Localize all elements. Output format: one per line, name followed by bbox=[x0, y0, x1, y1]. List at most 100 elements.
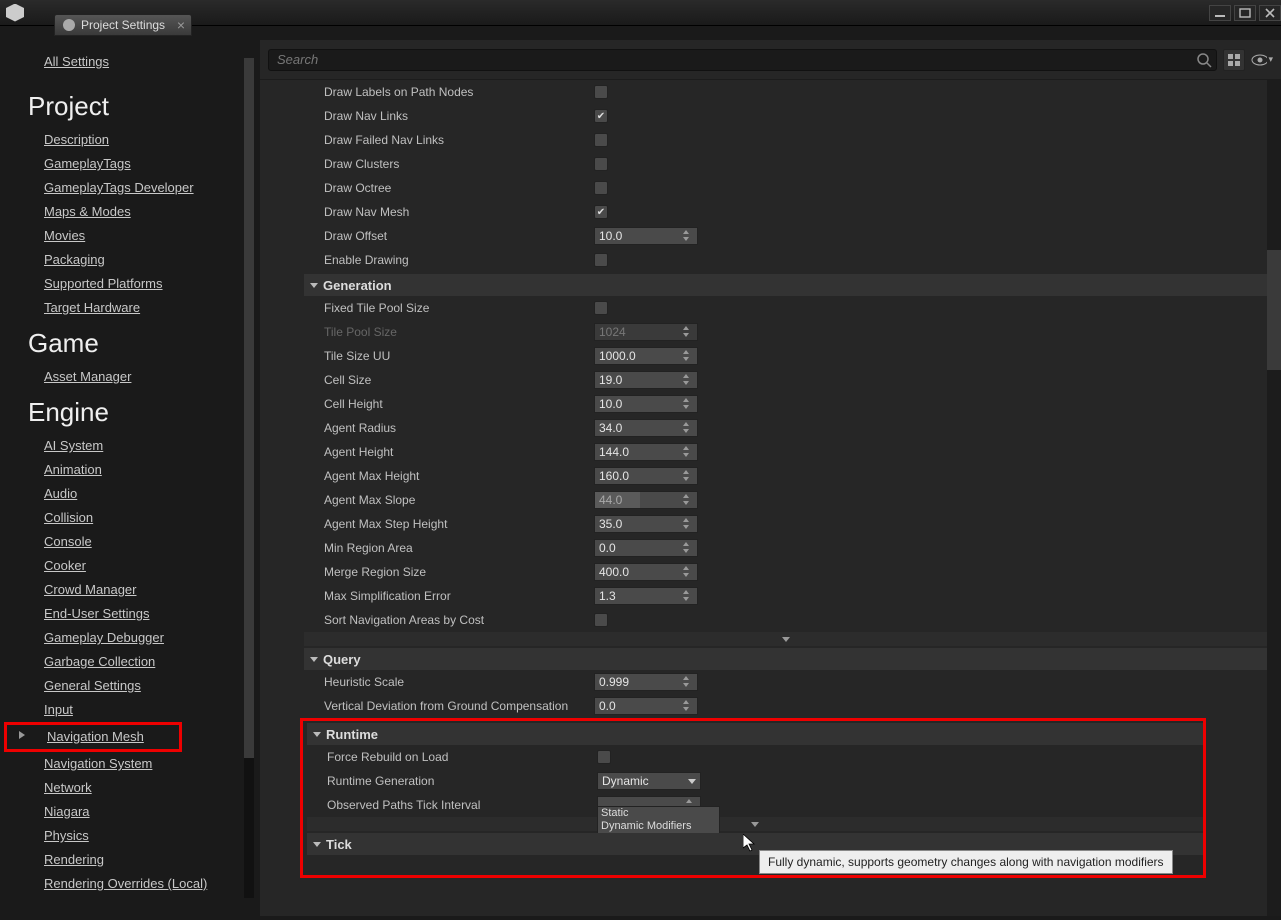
sidebar-item-gameplaytags[interactable]: GameplayTags bbox=[30, 152, 250, 176]
sidebar-scrollbar[interactable] bbox=[244, 58, 254, 898]
sidebar-item-packaging[interactable]: Packaging bbox=[30, 248, 250, 272]
close-button[interactable] bbox=[1259, 5, 1281, 21]
disclosure-icon bbox=[19, 731, 25, 739]
sidebar-item-movies[interactable]: Movies bbox=[30, 224, 250, 248]
search-input[interactable]: Search bbox=[268, 49, 1217, 71]
number-input[interactable]: 10.0 bbox=[594, 395, 698, 413]
sidebar-item-collision[interactable]: Collision bbox=[30, 506, 250, 530]
spinner-icon[interactable] bbox=[681, 397, 695, 411]
property-label: Draw Clusters bbox=[304, 157, 594, 171]
dropdown-option[interactable]: Dynamic Modifiers Only bbox=[598, 820, 719, 833]
expand-advanced-runtime[interactable] bbox=[307, 817, 1203, 831]
property-label: Observed Paths Tick Interval bbox=[307, 798, 597, 812]
property-label: Force Rebuild on Load bbox=[307, 750, 597, 764]
spinner-icon[interactable] bbox=[681, 469, 695, 483]
checkbox[interactable] bbox=[594, 85, 608, 99]
tab-project-settings[interactable]: Project Settings × bbox=[54, 14, 192, 36]
content-scrollbar[interactable] bbox=[1267, 80, 1281, 916]
expand-advanced-generation[interactable] bbox=[304, 632, 1267, 646]
sidebar-item-rendering-overrides-local-[interactable]: Rendering Overrides (Local) bbox=[30, 872, 250, 896]
sidebar-item-asset-manager[interactable]: Asset Manager bbox=[30, 365, 250, 389]
property-row: Draw Labels on Path Nodes bbox=[304, 80, 1267, 104]
number-input[interactable]: 144.0 bbox=[594, 443, 698, 461]
sidebar-item-navigation-system[interactable]: Navigation System bbox=[30, 752, 250, 776]
spinner-icon[interactable] bbox=[681, 373, 695, 387]
property-row: Cell Size19.0 bbox=[304, 368, 1267, 392]
number-input[interactable]: 1.3 bbox=[594, 587, 698, 605]
spinner-icon[interactable] bbox=[681, 517, 695, 531]
sidebar-item-supported-platforms[interactable]: Supported Platforms bbox=[30, 272, 250, 296]
view-grid-button[interactable] bbox=[1223, 49, 1245, 71]
dropdown[interactable]: Dynamic bbox=[597, 772, 701, 790]
number-input[interactable]: 0.0 bbox=[594, 697, 698, 715]
maximize-button[interactable] bbox=[1234, 5, 1256, 21]
spinner-icon[interactable] bbox=[681, 541, 695, 555]
visibility-button[interactable]: ▾ bbox=[1251, 49, 1273, 71]
number-input[interactable]: 10.0 bbox=[594, 227, 698, 245]
property-row: Enable Drawing bbox=[304, 248, 1267, 272]
sidebar-item-rendering[interactable]: Rendering bbox=[30, 848, 250, 872]
number-input[interactable]: 400.0 bbox=[594, 563, 698, 581]
checkbox[interactable] bbox=[594, 133, 608, 147]
checkbox[interactable] bbox=[594, 253, 608, 267]
number-input[interactable]: 0.999 bbox=[594, 673, 698, 691]
spinner-icon[interactable] bbox=[681, 565, 695, 579]
sidebar-item-ai-system[interactable]: AI System bbox=[30, 434, 250, 458]
sidebar-item-crowd-manager[interactable]: Crowd Manager bbox=[30, 578, 250, 602]
sidebar-item-end-user-settings[interactable]: End-User Settings bbox=[30, 602, 250, 626]
property-label: Draw Octree bbox=[304, 181, 594, 195]
minimize-button[interactable] bbox=[1209, 5, 1231, 21]
sidebar-item-garbage-collection[interactable]: Garbage Collection bbox=[30, 650, 250, 674]
checkbox[interactable] bbox=[594, 157, 608, 171]
property-label: Agent Max Slope bbox=[304, 493, 594, 507]
number-input[interactable]: 0.0 bbox=[594, 539, 698, 557]
property-row: Draw Clusters bbox=[304, 152, 1267, 176]
spinner-icon[interactable] bbox=[681, 349, 695, 363]
number-input[interactable]: 19.0 bbox=[594, 371, 698, 389]
spinner-icon[interactable] bbox=[681, 325, 695, 339]
sidebar-item-input[interactable]: Input bbox=[30, 698, 250, 722]
sidebar-item-description[interactable]: Description bbox=[30, 128, 250, 152]
sidebar-item-target-hardware[interactable]: Target Hardware bbox=[30, 296, 250, 320]
section-query[interactable]: Query bbox=[304, 648, 1267, 670]
spinner-icon[interactable] bbox=[681, 699, 695, 713]
sidebar-item-gameplay-debugger[interactable]: Gameplay Debugger bbox=[30, 626, 250, 650]
checkbox[interactable] bbox=[594, 205, 608, 219]
dropdown-option[interactable]: Static bbox=[598, 807, 719, 820]
number-input[interactable]: 1000.0 bbox=[594, 347, 698, 365]
tab-close-icon[interactable]: × bbox=[177, 17, 185, 33]
checkbox[interactable] bbox=[597, 750, 611, 764]
section-generation[interactable]: Generation bbox=[304, 274, 1267, 296]
sidebar-item-niagara[interactable]: Niagara bbox=[30, 800, 250, 824]
sidebar-all-settings[interactable]: All Settings bbox=[44, 54, 109, 69]
sidebar-item-maps-modes[interactable]: Maps & Modes bbox=[30, 200, 250, 224]
sidebar-item-navigation-mesh[interactable]: Navigation Mesh bbox=[30, 725, 179, 749]
sidebar-item-network[interactable]: Network bbox=[30, 776, 250, 800]
number-input[interactable]: 35.0 bbox=[594, 515, 698, 533]
sidebar-item-general-settings[interactable]: General Settings bbox=[30, 674, 250, 698]
number-input[interactable]: 34.0 bbox=[594, 419, 698, 437]
sidebar-item-cooker[interactable]: Cooker bbox=[30, 554, 250, 578]
checkbox[interactable] bbox=[594, 109, 608, 123]
sidebar-item-audio[interactable]: Audio bbox=[30, 482, 250, 506]
number-input[interactable]: 160.0 bbox=[594, 467, 698, 485]
checkbox[interactable] bbox=[594, 181, 608, 195]
spinner-icon[interactable] bbox=[681, 493, 695, 507]
spinner-icon[interactable] bbox=[681, 421, 695, 435]
sidebar-item-gameplaytags-developer[interactable]: GameplayTags Developer bbox=[30, 176, 250, 200]
spinner-icon[interactable] bbox=[681, 445, 695, 459]
property-row: Vertical Deviation from Ground Compensat… bbox=[304, 694, 1267, 718]
sidebar-item-physics[interactable]: Physics bbox=[30, 824, 250, 848]
property-row: Fixed Tile Pool Size bbox=[304, 296, 1267, 320]
spinner-icon[interactable] bbox=[681, 675, 695, 689]
spinner-icon[interactable] bbox=[681, 229, 695, 243]
checkbox[interactable] bbox=[594, 613, 608, 627]
sidebar-item-console[interactable]: Console bbox=[30, 530, 250, 554]
sidebar-item-animation[interactable]: Animation bbox=[30, 458, 250, 482]
sidebar: All Settings ProjectDescriptionGameplayT… bbox=[0, 40, 260, 916]
checkbox[interactable] bbox=[594, 301, 608, 315]
property-row: Agent Height144.0 bbox=[304, 440, 1267, 464]
spinner-icon[interactable] bbox=[681, 589, 695, 603]
section-runtime[interactable]: Runtime bbox=[307, 723, 1203, 745]
number-input[interactable]: 44.0 bbox=[594, 491, 698, 509]
